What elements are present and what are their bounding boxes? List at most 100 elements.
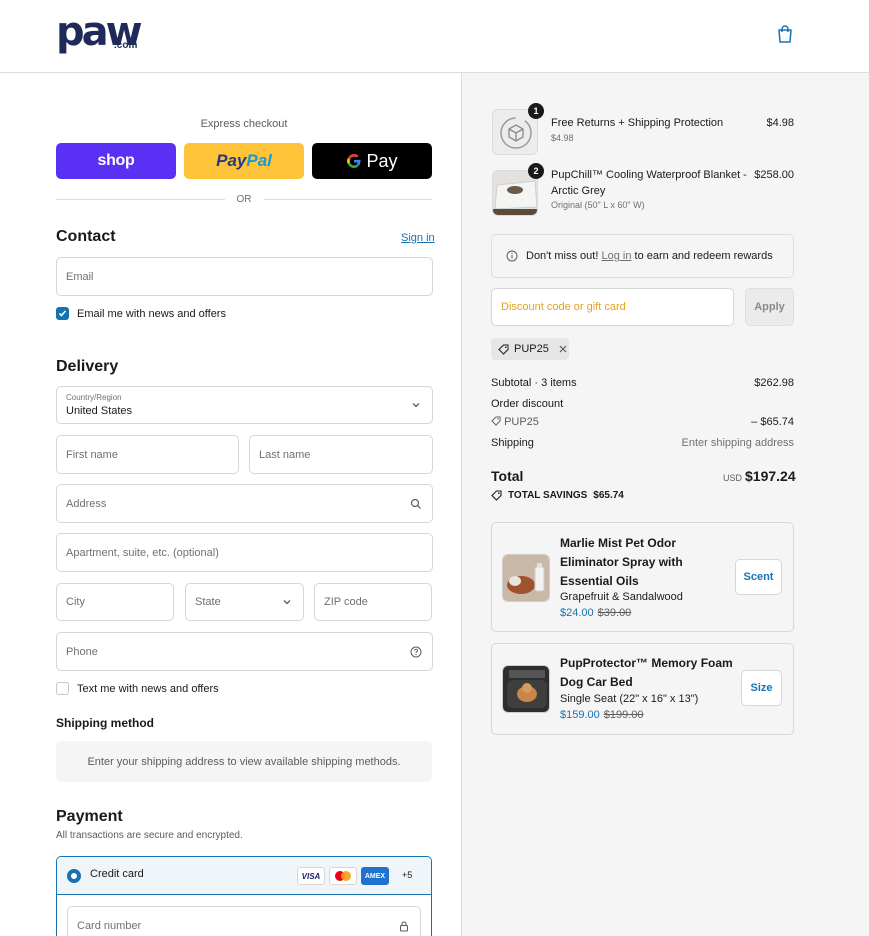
applied-discount-chip: PUP25 — [491, 338, 569, 360]
item-title-line1: PupChill™ Cooling Waterproof Blanket - — [551, 169, 747, 181]
discount-code-label: PUP25 — [504, 416, 539, 428]
upsell-sale-price: $159.00 — [560, 709, 600, 721]
first-name-placeholder: First name — [66, 448, 118, 461]
upsell-title-line1: PupProtector™ Memory Foam — [560, 656, 733, 670]
contact-title: Contact — [56, 228, 116, 245]
shop-pay-button[interactable]: shop — [56, 143, 176, 179]
google-pay-button[interactable]: Pay — [312, 143, 432, 179]
or-divider: OR — [56, 193, 432, 205]
last-name-field[interactable]: Last name — [249, 435, 433, 474]
email-field[interactable]: Email — [56, 257, 433, 296]
payment-title: Payment — [56, 808, 123, 825]
upsell-sale-price: $24.00 — [560, 607, 594, 619]
rewards-text: Don't miss out! Log in to earn and redee… — [526, 250, 773, 262]
upsell-price: $159.00 $199.00 — [560, 709, 644, 721]
item-subtitle: Original (50" L x 60" W) — [551, 200, 645, 210]
credit-card-option[interactable]: Credit card VISA AMEX +5 — [57, 857, 431, 895]
upsell-variant: Grapefruit & Sandalwood — [560, 591, 683, 603]
upsell-card: Marlie Mist Pet Odor Eliminator Spray wi… — [491, 522, 794, 632]
quantity-badge: 2 — [528, 163, 544, 179]
or-label: OR — [236, 193, 252, 205]
divider-line — [56, 198, 225, 200]
zip-field[interactable]: ZIP code — [314, 583, 432, 621]
item-subtitle: $4.98 — [551, 133, 574, 143]
upsell-image — [502, 554, 550, 602]
upsell-title-line1: Marlie Mist Pet Odor — [560, 536, 677, 550]
city-field[interactable]: City — [56, 583, 174, 621]
mastercard-icon — [329, 867, 357, 885]
sms-newsletter-checkbox[interactable] — [56, 682, 69, 695]
amex-icon: AMEX — [361, 867, 389, 885]
shipping-value: Enter shipping address — [681, 437, 794, 449]
shipping-method-title: Shipping method — [56, 716, 154, 730]
shipping-label: Shipping — [491, 437, 534, 449]
credit-card-label: Credit card — [90, 868, 144, 880]
upsell-compare-price: $199.00 — [603, 709, 644, 721]
country-select[interactable]: Country/Region United States — [56, 386, 433, 424]
item-price: $258.00 — [754, 169, 794, 181]
rewards-banner: Don't miss out! Log in to earn and redee… — [491, 234, 794, 278]
item-title: Free Returns + Shipping Protection — [551, 117, 724, 129]
discount-placeholder: Discount code or gift card — [501, 301, 626, 313]
total-value: $197.24 — [745, 468, 796, 484]
upsell-variant: Single Seat (22" x 16" x 13") — [560, 693, 699, 705]
help-icon[interactable] — [410, 646, 422, 658]
country-value: United States — [66, 405, 133, 417]
chevron-down-icon — [283, 600, 291, 605]
applied-code: PUP25 — [514, 343, 549, 355]
shipping-row: Shipping Enter shipping address — [491, 437, 794, 449]
sign-in-link[interactable]: Sign in — [401, 232, 435, 244]
divider-line — [263, 198, 432, 200]
paypal-label-part2: Pal — [246, 151, 272, 170]
card-number-field[interactable]: Card number — [67, 906, 421, 936]
first-name-field[interactable]: First name — [56, 435, 239, 474]
address-field[interactable]: Address — [56, 484, 433, 523]
zip-placeholder: ZIP code — [324, 596, 368, 608]
paypal-label-part1: Pay — [216, 151, 247, 170]
site-header: paw .com — [0, 0, 869, 73]
phone-field[interactable]: Phone — [56, 632, 433, 671]
shipping-method-notice: Enter your shipping address to view avai… — [56, 741, 432, 782]
upsell-image — [502, 665, 550, 713]
size-select-button[interactable]: Size — [741, 670, 782, 706]
state-select[interactable]: State — [185, 583, 304, 621]
credit-card-panel: Credit card VISA AMEX +5 Card number — [56, 856, 432, 936]
country-label: Country/Region — [66, 393, 122, 402]
paypal-button[interactable]: Pay Pal — [184, 143, 304, 179]
upsell-title-line3: Essential Oils — [560, 574, 639, 588]
spray-product-image — [503, 555, 549, 601]
checkmark-icon — [58, 310, 67, 317]
more-cards-count: +5 — [402, 870, 413, 880]
email-placeholder: Email — [66, 270, 94, 283]
apartment-field[interactable]: Apartment, suite, etc. (optional) — [56, 533, 433, 572]
tag-icon — [491, 490, 502, 501]
lock-icon — [399, 921, 409, 932]
upsell-card: PupProtector™ Memory Foam Dog Car Bed Si… — [491, 643, 794, 735]
apply-button[interactable]: Apply — [745, 288, 794, 326]
search-icon — [410, 498, 421, 509]
tag-icon — [498, 344, 509, 355]
email-newsletter-label: Email me with news and offers — [77, 308, 226, 320]
total-currency: USD — [723, 473, 743, 483]
card-number-placeholder: Card number — [77, 920, 142, 932]
rewards-login-link[interactable]: Log in — [601, 250, 631, 262]
order-discount-label: Order discount — [491, 398, 564, 410]
scent-select-button[interactable]: Scent — [735, 559, 782, 595]
tag-icon — [491, 416, 501, 426]
item-price: $4.98 — [766, 117, 794, 129]
info-icon — [506, 250, 518, 262]
discount-code-input[interactable]: Discount code or gift card — [491, 288, 734, 326]
paw-logo[interactable]: paw .com — [56, 9, 148, 58]
credit-card-radio[interactable] — [67, 869, 81, 883]
google-pay-label: Pay — [366, 150, 398, 171]
email-newsletter-checkbox[interactable] — [56, 307, 69, 320]
address-placeholder: Address — [66, 497, 107, 510]
discount-value: – $65.74 — [751, 416, 794, 428]
upsell-price: $24.00 $39.00 — [560, 607, 631, 619]
item-title-line2: Arctic Grey — [551, 185, 606, 197]
apartment-placeholder: Apartment, suite, etc. (optional) — [66, 546, 219, 559]
car-bed-product-image — [503, 666, 549, 712]
shopping-bag-icon[interactable] — [777, 25, 793, 43]
phone-placeholder: Phone — [66, 645, 98, 658]
close-icon[interactable] — [558, 344, 568, 354]
